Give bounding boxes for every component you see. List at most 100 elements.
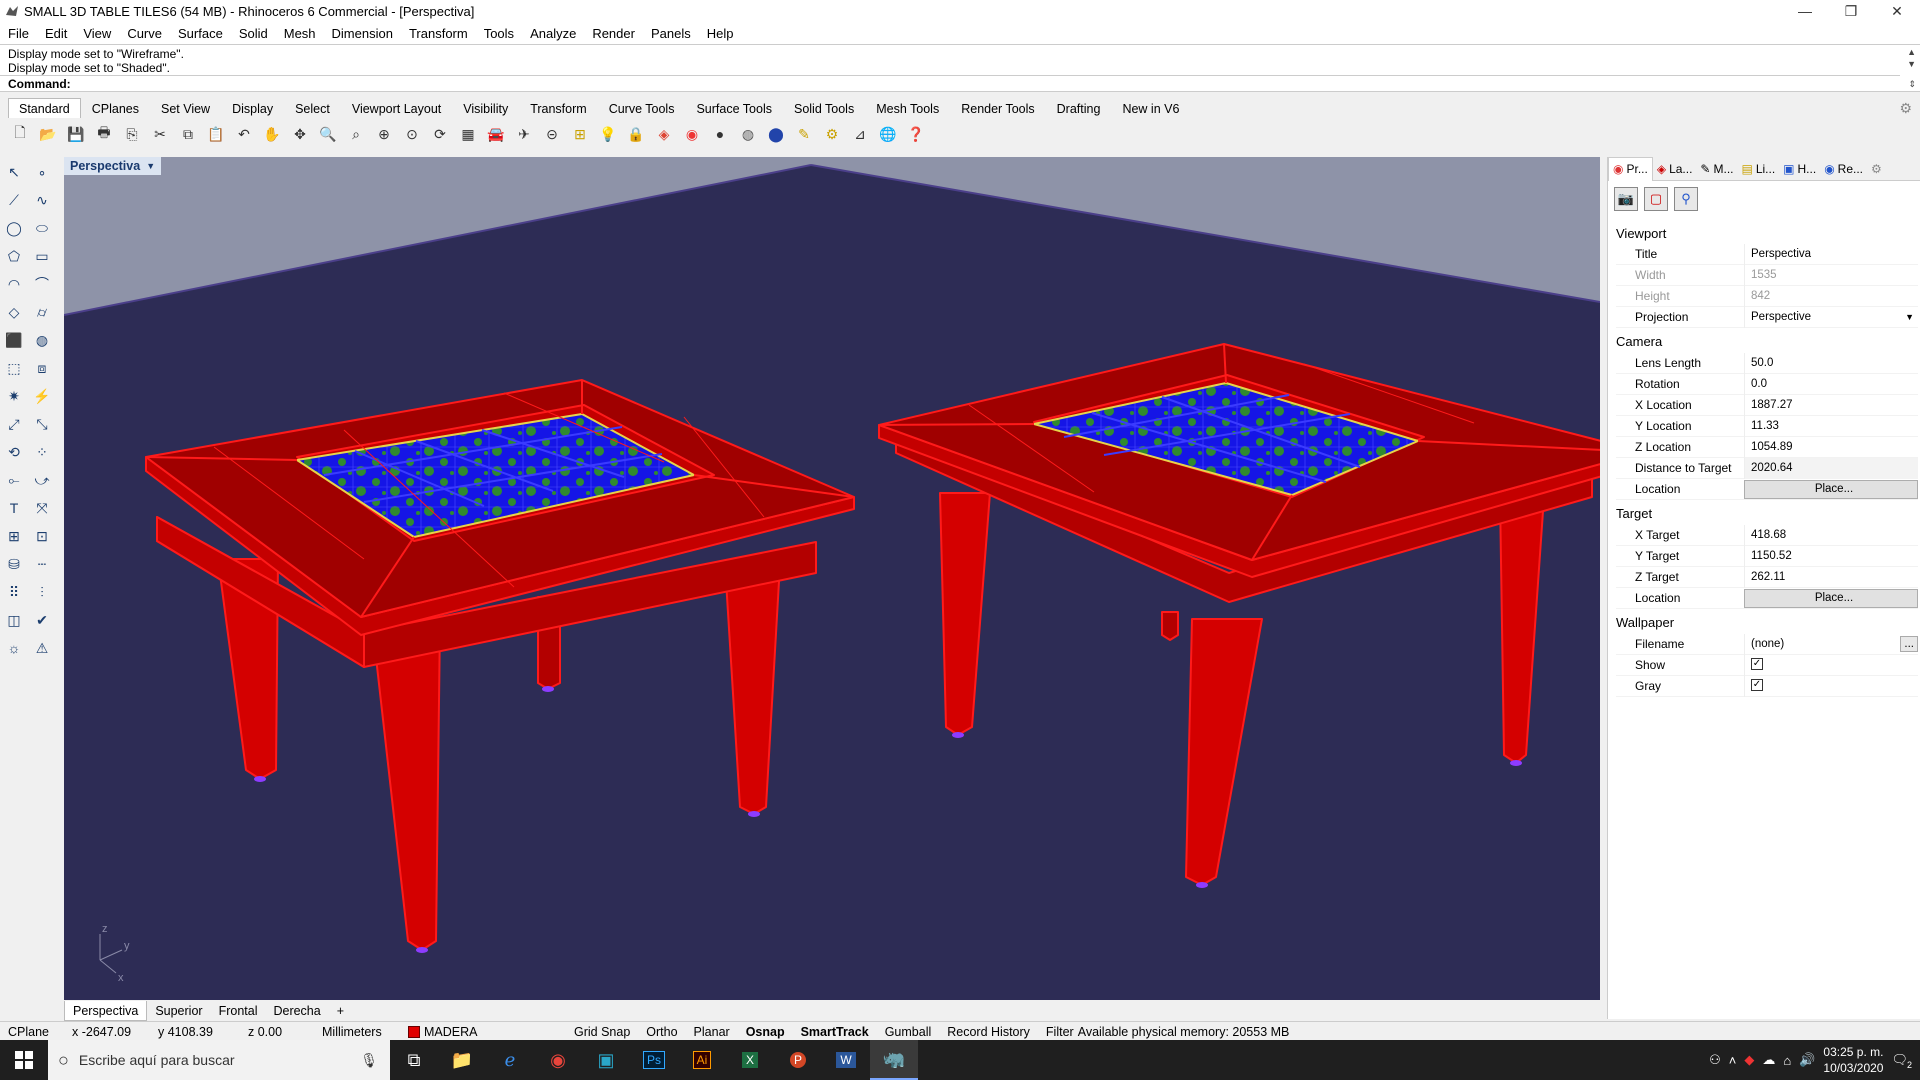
- scale-icon[interactable]: ⤡: [30, 412, 54, 436]
- plane-icon[interactable]: ✈: [512, 122, 536, 146]
- tab-select[interactable]: Select: [284, 98, 341, 118]
- powerpoint-icon[interactable]: P: [774, 1040, 822, 1080]
- box-icon[interactable]: ⬛: [2, 328, 26, 352]
- pan-icon[interactable]: ✋: [260, 122, 284, 146]
- menu-tools[interactable]: Tools: [476, 26, 522, 41]
- menu-view[interactable]: View: [75, 26, 119, 41]
- gumball-icon[interactable]: ⚲: [1674, 187, 1698, 211]
- record-history-toggle[interactable]: Record History: [939, 1025, 1038, 1039]
- extrude-icon[interactable]: ⬚: [2, 356, 26, 380]
- tab-properties[interactable]: ◉ Pr...: [1608, 156, 1653, 181]
- menu-edit[interactable]: Edit: [37, 26, 75, 41]
- chevron-up-icon[interactable]: ˄: [1729, 1053, 1737, 1068]
- cut-icon[interactable]: ✂: [148, 122, 172, 146]
- menu-curve[interactable]: Curve: [119, 26, 170, 41]
- smarttrack-toggle[interactable]: SmartTrack: [793, 1025, 877, 1039]
- tab-viewport-layout[interactable]: Viewport Layout: [341, 98, 452, 118]
- split-icon[interactable]: ⚡: [30, 384, 54, 408]
- menu-file[interactable]: File: [0, 26, 37, 41]
- osnap-toggle[interactable]: Osnap: [738, 1025, 793, 1039]
- circle-icon[interactable]: ◯: [2, 216, 26, 240]
- shade-icon[interactable]: ◫: [2, 608, 26, 632]
- dimension-icon[interactable]: ⊿: [848, 122, 872, 146]
- illustrator-icon[interactable]: Ai: [678, 1040, 726, 1080]
- tab-superior[interactable]: Superior: [147, 1001, 210, 1021]
- zoom-selected-icon[interactable]: ⊙: [400, 122, 424, 146]
- show-checkbox[interactable]: ✓: [1751, 658, 1763, 671]
- block-icon[interactable]: ⊡: [30, 524, 54, 548]
- line-icon[interactable]: ┄: [30, 552, 54, 576]
- point-icon[interactable]: ∘: [30, 160, 54, 184]
- paint-icon[interactable]: ⚠: [30, 636, 54, 660]
- excel-icon[interactable]: X: [726, 1040, 774, 1080]
- lock-icon[interactable]: 🔒: [624, 122, 648, 146]
- x-target-field[interactable]: 418.68: [1744, 524, 1918, 546]
- menu-panels[interactable]: Panels: [643, 26, 699, 41]
- loft-icon[interactable]: ⌭: [30, 300, 54, 324]
- grid-array-icon[interactable]: ⠿: [2, 580, 26, 604]
- settings-icon[interactable]: ⚙: [820, 122, 844, 146]
- rectangle-icon[interactable]: ▭: [30, 244, 54, 268]
- volume-icon[interactable]: 🔊: [1799, 1052, 1815, 1068]
- filename-field[interactable]: (none)...: [1744, 633, 1918, 655]
- tab-layers[interactable]: ◈ La...: [1653, 157, 1697, 181]
- tab-surface-tools[interactable]: Surface Tools: [685, 98, 783, 118]
- tab-render-tools[interactable]: Render Tools: [950, 98, 1045, 118]
- move-icon[interactable]: ⤢: [2, 412, 26, 436]
- zoom-window-icon[interactable]: ⌕: [344, 122, 368, 146]
- clock[interactable]: 03:25 p. m. 10/03/2020: [1823, 1044, 1883, 1076]
- rhino-icon[interactable]: 🦏: [870, 1040, 918, 1080]
- viewport-frame-icon[interactable]: ▢: [1644, 187, 1668, 211]
- chevron-down-icon[interactable]: ▼: [1905, 307, 1918, 328]
- menu-help[interactable]: Help: [699, 26, 742, 41]
- tab-help[interactable]: ▣ H...: [1779, 157, 1820, 181]
- tab-solid-tools[interactable]: Solid Tools: [783, 98, 865, 118]
- viewport-perspectiva[interactable]: Perspectiva ▼ z y x: [64, 157, 1600, 1000]
- projection-select[interactable]: Perspective ▼: [1744, 306, 1918, 328]
- task-view-icon[interactable]: ⧉: [390, 1040, 438, 1080]
- app-icon[interactable]: ▣: [582, 1040, 630, 1080]
- tab-new-in-v6[interactable]: New in V6: [1111, 98, 1190, 118]
- tab-drafting[interactable]: Drafting: [1046, 98, 1112, 118]
- open-icon[interactable]: 📂: [36, 122, 60, 146]
- select-icon[interactable]: ✎: [792, 122, 816, 146]
- menu-mesh[interactable]: Mesh: [276, 26, 324, 41]
- polygon-icon[interactable]: ⬠: [2, 244, 26, 268]
- car-icon[interactable]: 🚘: [484, 122, 508, 146]
- maximize-button[interactable]: ❐: [1828, 0, 1874, 22]
- copy-icon[interactable]: ⧉: [176, 122, 200, 146]
- tab-frontal[interactable]: Frontal: [211, 1001, 266, 1021]
- dim-icon[interactable]: ⤧: [30, 496, 54, 520]
- new-icon[interactable]: 🗋: [8, 122, 32, 146]
- rotate-icon[interactable]: ⟲: [2, 440, 26, 464]
- grid-icon[interactable]: ▦: [456, 122, 480, 146]
- rotate-icon[interactable]: ✥: [288, 122, 312, 146]
- tab-mesh-tools[interactable]: Mesh Tools: [865, 98, 950, 118]
- y-location-field[interactable]: 11.33: [1744, 415, 1918, 437]
- command-scroll-icon[interactable]: ⇕: [1908, 79, 1916, 90]
- arc-icon[interactable]: ◠: [2, 272, 26, 296]
- globe-icon[interactable]: 🌐: [876, 122, 900, 146]
- target-place-button[interactable]: Place...: [1744, 588, 1918, 608]
- ellipse-icon[interactable]: ⬭: [30, 216, 54, 240]
- tab-derecha[interactable]: Derecha: [265, 1001, 328, 1021]
- edge-icon[interactable]: ℯ: [486, 1040, 534, 1080]
- gray-checkbox[interactable]: ✓: [1751, 679, 1763, 692]
- snap-icon[interactable]: ⊝: [540, 122, 564, 146]
- menu-analyze[interactable]: Analyze: [522, 26, 584, 41]
- people-icon[interactable]: ⚇: [1709, 1052, 1721, 1068]
- rotation-field[interactable]: 0.0: [1744, 373, 1918, 395]
- fillet-icon[interactable]: ⌒: [30, 272, 54, 296]
- camera-icon[interactable]: 📷: [1614, 187, 1638, 211]
- zoom-extents-icon[interactable]: ⊕: [372, 122, 396, 146]
- layer-indicator[interactable]: MADERA: [400, 1025, 566, 1039]
- group-icon[interactable]: ⊞: [2, 524, 26, 548]
- tab-perspectiva[interactable]: Perspectiva: [64, 1001, 148, 1021]
- array-icon[interactable]: ⁘: [30, 440, 54, 464]
- minimize-button[interactable]: —: [1782, 0, 1828, 22]
- explode-icon[interactable]: ✷: [2, 384, 26, 408]
- cylinder-icon[interactable]: ⛁: [2, 552, 26, 576]
- check-icon[interactable]: ✔: [30, 608, 54, 632]
- close-button[interactable]: ✕: [1874, 0, 1920, 22]
- x-location-field[interactable]: 1887.27: [1744, 394, 1918, 416]
